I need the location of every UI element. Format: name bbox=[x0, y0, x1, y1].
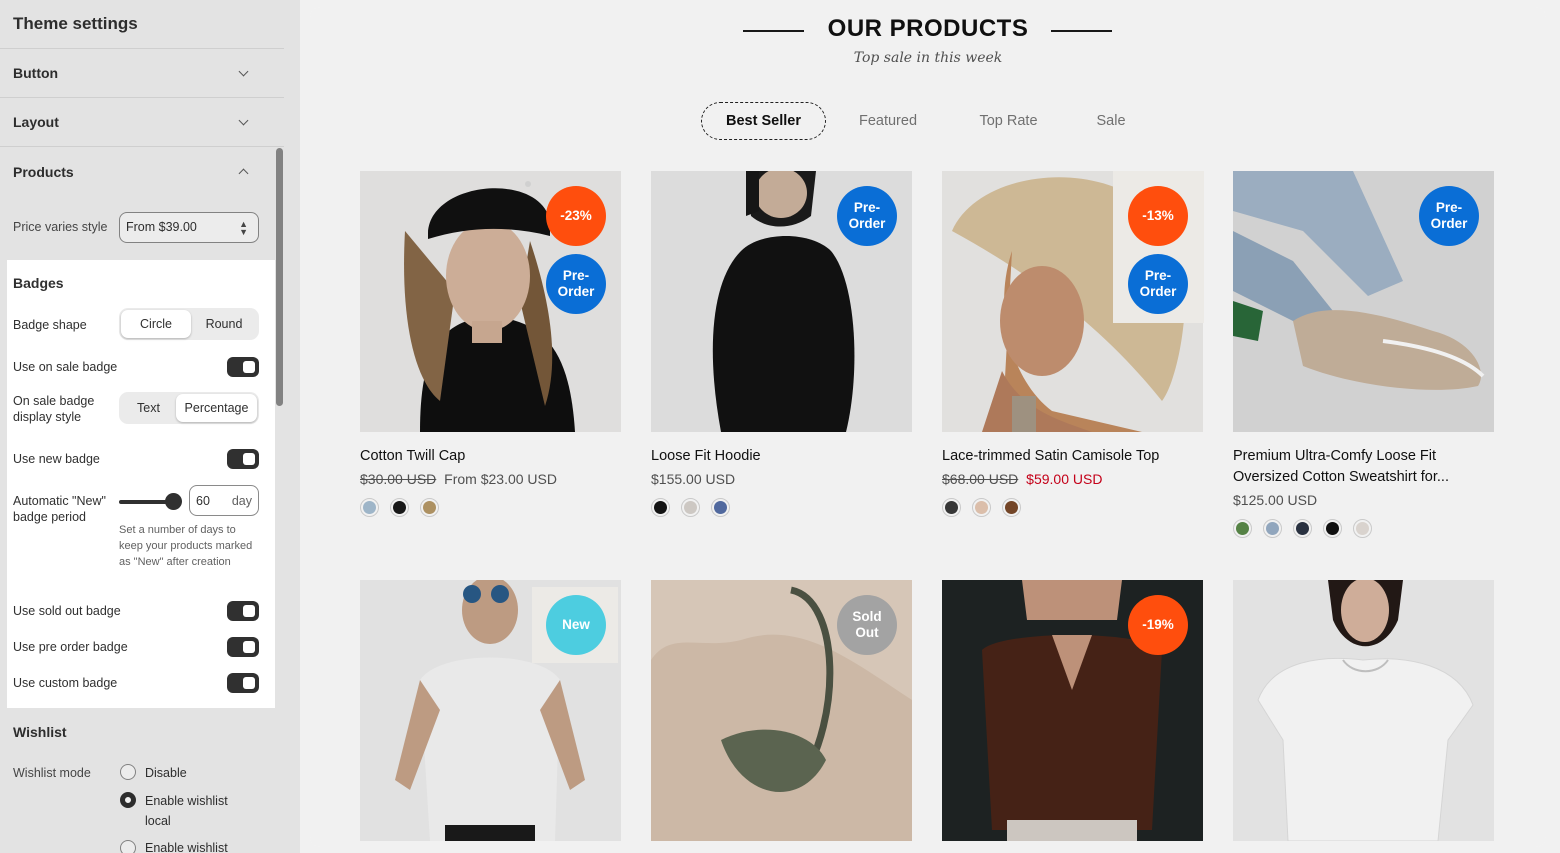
swatch[interactable] bbox=[972, 498, 991, 517]
product-price: $155.00 USD bbox=[651, 471, 736, 487]
swatch[interactable] bbox=[390, 498, 409, 517]
swatch[interactable] bbox=[420, 498, 439, 517]
radio-enable-local[interactable] bbox=[120, 792, 136, 808]
sale-badge: -23% bbox=[546, 186, 606, 246]
swatch[interactable] bbox=[1002, 498, 1021, 517]
swatch[interactable] bbox=[1263, 519, 1282, 538]
use-new-badge-toggle[interactable] bbox=[227, 449, 259, 469]
price-varies-select[interactable]: From $39.00 ▲ ▼ bbox=[119, 212, 259, 243]
badge-shape-label: Badge shape bbox=[13, 318, 87, 332]
sale-badge: -19% bbox=[1128, 595, 1188, 655]
chevron-down-icon bbox=[235, 113, 253, 131]
swatch[interactable] bbox=[360, 498, 379, 517]
chevron-down-icon bbox=[235, 64, 253, 82]
use-preorder-badge-toggle[interactable] bbox=[227, 637, 259, 657]
swatch[interactable] bbox=[1323, 519, 1342, 538]
use-new-badge-label: Use new badge bbox=[13, 452, 100, 466]
section-layout-label: Layout bbox=[13, 114, 59, 130]
use-preorder-badge-label: Use pre order badge bbox=[13, 640, 128, 654]
title-line-right bbox=[1051, 30, 1112, 32]
swatch[interactable] bbox=[681, 498, 700, 517]
swatches bbox=[651, 498, 730, 517]
compare-price: $68.00 USD bbox=[942, 471, 1019, 487]
use-soldout-badge-label: Use sold out badge bbox=[13, 604, 121, 618]
auto-new-days-value: 60 bbox=[196, 493, 210, 508]
sale-style-label: On sale badge display style bbox=[13, 394, 95, 424]
product-name[interactable]: Loose Fit Hoodie bbox=[651, 446, 912, 467]
badge-shape-circle[interactable]: Circle bbox=[121, 310, 191, 338]
preorder-badge: Pre- Order bbox=[546, 254, 606, 314]
use-custom-badge-label: Use custom badge bbox=[13, 676, 118, 690]
swatches bbox=[1233, 519, 1372, 538]
compare-price: $30.00 USD bbox=[360, 471, 437, 487]
swatch[interactable] bbox=[1233, 519, 1252, 538]
auto-new-help-text: Set a number of days to keep your produc… bbox=[119, 524, 253, 568]
tab-top-rate[interactable]: Top Rate bbox=[961, 102, 1056, 140]
sale-style-percentage[interactable]: Percentage bbox=[176, 394, 257, 422]
section-button-label: Button bbox=[13, 65, 59, 81]
radio-enable-wishlist[interactable] bbox=[120, 840, 136, 853]
auto-new-label: Automatic "New" badge period bbox=[13, 494, 106, 524]
tab-best-seller[interactable]: Best Seller bbox=[701, 102, 826, 140]
product-price: $68.00 USD $59.00 USD bbox=[942, 471, 1102, 487]
sidebar-title: Theme settings bbox=[0, 0, 284, 49]
swatch[interactable] bbox=[942, 498, 961, 517]
sale-style-text[interactable]: Text bbox=[121, 394, 176, 422]
soldout-badge: Sold Out bbox=[837, 595, 897, 655]
preorder-badge: Pre- Order bbox=[1419, 186, 1479, 246]
swatch[interactable] bbox=[711, 498, 730, 517]
tab-sale[interactable]: Sale bbox=[1081, 102, 1141, 140]
preorder-badge: Pre- Order bbox=[1128, 254, 1188, 314]
current-price: From $23.00 USD bbox=[444, 471, 557, 487]
product-price: $30.00 USD From $23.00 USD bbox=[360, 471, 557, 487]
auto-new-days-input[interactable]: 60 day bbox=[189, 485, 259, 516]
badges-panel: Badges Badge shape Circle Round Use on s… bbox=[7, 260, 275, 708]
radio-disable[interactable] bbox=[120, 764, 136, 780]
new-badge: New bbox=[546, 595, 606, 655]
swatches bbox=[942, 498, 1021, 517]
auto-new-days-suffix: day bbox=[231, 493, 252, 508]
price-varies-label: Price varies style bbox=[13, 220, 108, 234]
tab-featured[interactable]: Featured bbox=[838, 102, 938, 140]
swatch[interactable] bbox=[651, 498, 670, 517]
sale-style-segmented: Text Percentage bbox=[119, 392, 259, 424]
badge-shape-segmented: Circle Round bbox=[119, 308, 259, 340]
wishlist-heading: Wishlist bbox=[13, 724, 67, 740]
select-arrows-icon: ▲ ▼ bbox=[239, 219, 248, 237]
sale-price: $59.00 USD bbox=[1026, 471, 1103, 487]
theme-settings-sidebar: Theme settings Button Layout Products Pr… bbox=[0, 0, 300, 853]
preorder-badge: Pre- Order bbox=[837, 186, 897, 246]
product-name[interactable]: Lace-trimmed Satin Camisole Top bbox=[942, 446, 1203, 467]
product-name[interactable]: Premium Ultra-Comfy Loose Fit Oversized … bbox=[1233, 446, 1494, 488]
store-preview: OUR PRODUCTS Top sale in this week Best … bbox=[310, 7, 1546, 847]
product-name[interactable]: Cotton Twill Cap bbox=[360, 446, 621, 467]
chevron-up-icon bbox=[235, 163, 253, 181]
radio-enable-wishlist-label: Enable wishlist bbox=[145, 841, 228, 853]
badges-heading: Badges bbox=[13, 275, 64, 291]
section-products-label: Products bbox=[13, 163, 74, 180]
sidebar-scrollbar[interactable] bbox=[276, 148, 283, 406]
swatches bbox=[360, 498, 439, 517]
wishlist-mode-label: Wishlist mode bbox=[13, 766, 91, 780]
sale-badge: -13% bbox=[1128, 186, 1188, 246]
use-sale-badge-toggle[interactable] bbox=[227, 357, 259, 377]
badge-shape-round[interactable]: Round bbox=[191, 310, 257, 338]
section-title: OUR PRODUCTS bbox=[827, 15, 1029, 42]
swatch[interactable] bbox=[1293, 519, 1312, 538]
use-soldout-badge-toggle[interactable] bbox=[227, 601, 259, 621]
product-price: $125.00 USD bbox=[1233, 492, 1318, 508]
radio-disable-label: Disable bbox=[145, 766, 187, 780]
section-layout[interactable]: Layout bbox=[0, 98, 284, 147]
price-varies-value: From $39.00 bbox=[126, 220, 197, 234]
product-image-white-tee[interactable] bbox=[1233, 580, 1494, 841]
section-products[interactable]: Products bbox=[0, 147, 284, 196]
section-button[interactable]: Button bbox=[0, 49, 284, 98]
use-custom-badge-toggle[interactable] bbox=[227, 673, 259, 693]
radio-enable-local-label: Enable wishlist local bbox=[145, 794, 228, 828]
swatch[interactable] bbox=[1353, 519, 1372, 538]
section-subtitle: Top sale in this week bbox=[853, 50, 1003, 66]
use-sale-badge-label: Use on sale badge bbox=[13, 360, 118, 374]
auto-new-slider-thumb[interactable] bbox=[165, 493, 182, 510]
